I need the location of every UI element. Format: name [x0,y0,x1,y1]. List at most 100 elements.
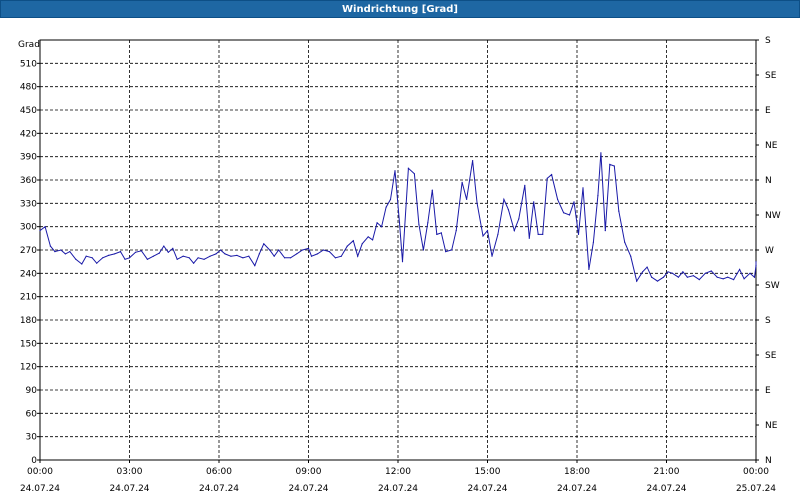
data-point [436,233,438,235]
right-tick-label: SW [765,281,780,291]
data-point [422,249,424,251]
data-point [503,198,505,200]
x-tick-time: 00:00 [743,467,769,477]
x-tick-time: 12:00 [385,467,411,477]
data-point [219,249,222,251]
chart-title: Windrichtung [Grad] [0,0,800,18]
y-tick-label: 180 [20,316,37,326]
data-point [733,279,735,281]
x-tick-date: 25.07.24 [736,484,776,494]
data-point [163,245,165,247]
data-point [722,278,724,280]
data-point [385,206,387,208]
right-tick-label: SE [765,351,777,361]
data-point [273,255,275,257]
data-point [39,230,41,232]
data-point [656,280,659,282]
data-point [682,271,684,273]
data-point [582,187,584,189]
data-point [686,276,689,278]
data-point [316,253,318,255]
data-point [124,258,126,260]
data-point [573,201,575,203]
data-point [328,251,330,253]
data-point [322,249,324,251]
data-point [158,252,160,254]
data-point [269,249,271,251]
data-point [193,262,195,264]
data-point [704,272,706,274]
data-point [372,239,374,241]
x-tick-date: 24.07.24 [378,484,418,494]
wind-direction-chart: Grad 0 30 60 90 120 150 180 210 240 270 300 330 360 3… [18,36,781,494]
data-point [455,230,457,232]
data-point [296,253,298,255]
data-point [60,249,62,251]
x-tick-date: 24.07.24 [288,484,328,494]
data-point [301,249,304,251]
data-point [597,195,599,197]
grid-lines [40,40,756,460]
data-point [513,230,515,232]
y-tick-label: 510 [20,59,37,69]
data-point [518,218,520,220]
data-point [54,251,56,253]
data-point [646,266,648,268]
data-point [604,230,606,232]
data-point [85,255,87,257]
y-tick-label: 120 [20,363,37,373]
data-point [236,254,238,256]
data-point [451,249,453,251]
data-point [284,257,286,259]
data-point [749,272,751,274]
data-point [667,271,669,273]
data-point [524,184,526,186]
x-tick-date: 24.07.24 [199,484,239,494]
data-point [361,243,363,245]
data-point [91,257,93,259]
right-tick-label: SE [765,71,777,81]
data-point [440,232,442,234]
data-point [568,214,571,216]
data-point [307,247,310,249]
x-axis-ticks: 00:00 24.07.24 03:00 24.07.24 06:00 24.07.24 0… [20,460,776,494]
data-point [577,233,580,235]
data-point [739,268,741,270]
data-point [258,253,260,255]
data-point [692,275,695,277]
data-point [340,255,342,257]
data-point [69,251,71,253]
data-point [248,255,250,257]
y-tick-label: 420 [20,129,37,139]
data-point [381,226,383,228]
data-point [698,279,700,281]
data-point [491,255,493,257]
data-point [398,222,401,224]
x-tick-time: 00:00 [27,467,53,477]
data-point [528,237,530,239]
data-point [134,251,137,253]
x-tick-time: 06:00 [206,467,232,477]
data-point [618,210,620,212]
data-point [472,160,474,162]
y-axis-label: Grad [18,40,40,50]
x-tick-date: 24.07.24 [109,484,149,494]
data-point [642,271,644,273]
data-point [108,254,110,256]
data-point [418,223,420,225]
data-point [152,255,154,257]
right-tick-label: S [765,316,771,326]
y-tick-label: 270 [20,246,37,256]
y-tick-label: 240 [20,269,37,279]
data-point [203,258,205,260]
y-tick-label: 90 [26,386,38,396]
data-point [563,212,565,214]
data-point [182,255,184,257]
right-tick-label: NW [765,211,781,221]
y-tick-label: 150 [20,339,37,349]
data-point [427,222,429,224]
data-point [445,251,447,253]
data-point [677,276,680,278]
x-tick-time: 09:00 [296,467,322,477]
data-point [497,233,499,235]
